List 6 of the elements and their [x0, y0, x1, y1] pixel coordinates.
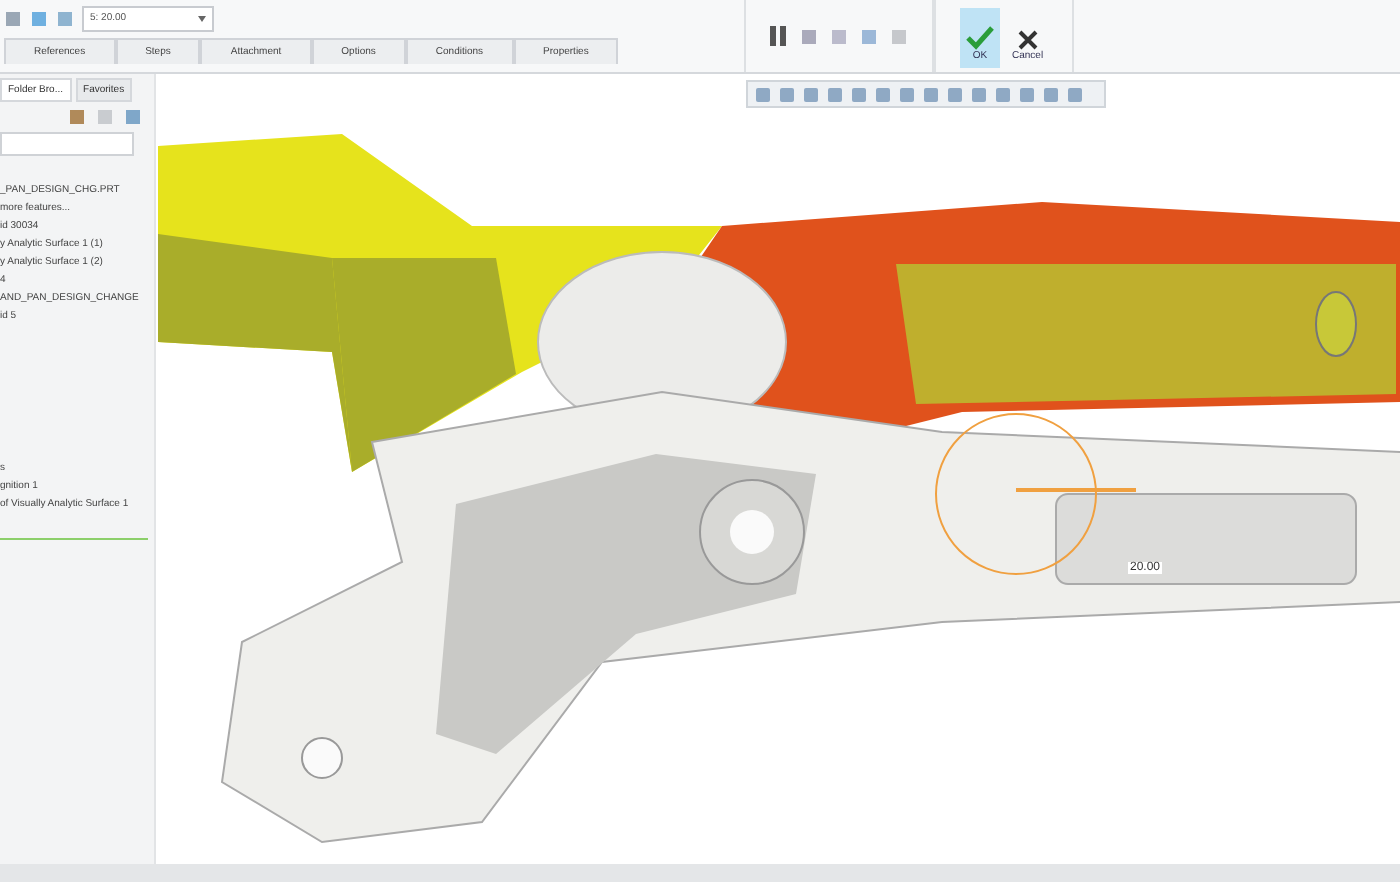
pause-icon[interactable]	[770, 26, 788, 46]
search-field[interactable]	[0, 132, 134, 156]
check-icon	[966, 26, 994, 50]
dropdown-icon	[198, 15, 206, 21]
shape-icon[interactable]	[4, 9, 22, 27]
close-icon	[1017, 30, 1038, 50]
